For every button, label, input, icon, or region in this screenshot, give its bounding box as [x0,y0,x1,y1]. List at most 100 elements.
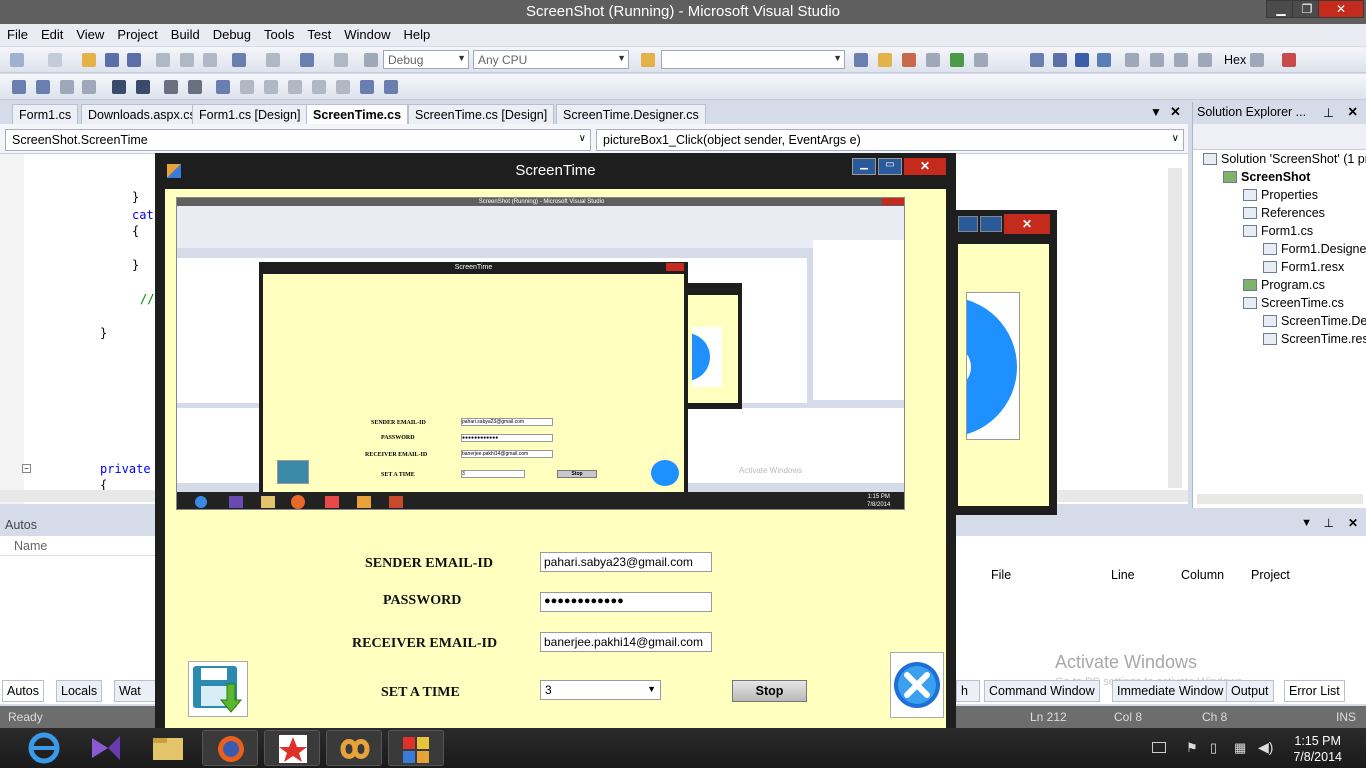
menu-file[interactable]: File [0,24,34,42]
tab-autos[interactable]: Autos [2,680,44,702]
column-project[interactable]: Project [1251,568,1290,582]
stop-button[interactable]: Stop [732,680,807,702]
keyboard-icon[interactable] [1152,742,1166,753]
save-screenshot-button[interactable] [188,661,248,717]
tab-form1-design[interactable]: Form1.cs [Design] [192,104,308,124]
toolbox-icon[interactable] [926,53,940,67]
action-center-flag-icon[interactable]: ⚑ [1186,740,1198,756]
tab-locals[interactable]: Locals [56,680,103,702]
outdent-icon[interactable] [136,80,150,94]
show-next-statement-icon[interactable] [1125,53,1139,67]
maximize-button[interactable]: ▭ [878,158,902,175]
pin-icon[interactable]: ⊥ [1324,516,1334,530]
toggle-bookmarks-icon[interactable] [360,80,374,94]
new-project-icon[interactable] [10,53,24,67]
maximize-button[interactable] [980,216,1002,232]
find-in-files-icon[interactable] [641,53,655,67]
tab-error-list[interactable]: Error List [1284,680,1345,702]
column-file[interactable]: File [991,568,1011,582]
close-button[interactable]: ✕ [1318,0,1364,18]
align-grid-icon[interactable] [36,80,50,94]
star-app-icon[interactable] [264,730,320,766]
stop-debugging-icon[interactable] [1075,53,1089,67]
tab-screentime-designer-cs[interactable]: ScreenTime.Designer.cs [556,104,706,124]
start-page-icon[interactable] [950,53,964,67]
configuration-combo[interactable]: Debug ▼ [383,50,469,69]
tab-screentime-cs[interactable]: ScreenTime.cs [306,104,409,124]
column-line[interactable]: Line [1111,568,1135,582]
properties-icon[interactable] [878,53,892,67]
file-explorer-icon[interactable] [140,730,196,766]
taskbar-clock[interactable]: 1:15 PM 7/8/2014 [1293,733,1342,765]
step-over-icon[interactable] [1174,53,1188,67]
member-combo[interactable]: pictureBox1_Click(object sender, EventAr… [596,129,1184,151]
tree-program-cs[interactable]: Program.cs [1243,278,1325,292]
vertical-scrollbar[interactable] [1168,168,1182,488]
menu-build[interactable]: Build [164,24,206,42]
tab-call-stack[interactable]: h [956,680,980,702]
find-combo[interactable]: ▼ [661,50,845,69]
open-file-icon[interactable] [82,53,96,67]
layout-more-icon[interactable] [384,80,398,94]
tree-screentime-designer[interactable]: ScreenTime.Des [1263,314,1366,328]
autos-name-column[interactable]: Name [0,536,160,556]
collapse-icon[interactable]: − [22,464,31,473]
menu-tools[interactable]: Tools [257,24,300,42]
tab-screentime-design[interactable]: ScreenTime.cs [Design] [408,104,555,124]
minimize-button[interactable] [958,216,978,232]
pointer-icon[interactable] [60,80,74,94]
undo-icon[interactable] [232,53,246,67]
start-debug-icon[interactable] [364,53,378,67]
clear-bookmarks-icon[interactable] [336,80,350,94]
close-panel-icon[interactable]: ✕ [1348,104,1358,119]
tree-form1-cs[interactable]: Form1.cs [1243,224,1313,238]
time-select[interactable]: 3 ▼ [540,680,661,700]
tab-form1-cs[interactable]: Form1.cs [12,104,79,124]
indent-icon[interactable] [112,80,126,94]
screenshot-picturebox[interactable]: ScreenShot (Running) - Microsoft Visual … [176,197,905,510]
firefox-icon[interactable] [202,730,258,766]
network-icon[interactable]: ▦ [1234,740,1246,756]
class-combo[interactable]: ScreenShot.ScreenTime ∨ [5,129,591,151]
tree-properties[interactable]: Properties [1243,188,1318,202]
column-column[interactable]: Column [1181,568,1224,582]
tree-screentime-cs[interactable]: ScreenTime.cs [1243,296,1344,310]
add-item-icon[interactable] [48,53,62,67]
save-all-icon[interactable] [127,53,141,67]
breakpoints-icon[interactable] [1282,53,1296,67]
tab-output[interactable]: Output [1226,680,1274,702]
bookmark-icon[interactable] [216,80,230,94]
menu-view[interactable]: View [69,24,110,42]
stack-frame-icon[interactable] [1250,53,1264,67]
redo-icon[interactable] [266,53,280,67]
receiver-email-input[interactable]: banerjee.pakhi14@gmail.com [540,632,712,652]
navigate-back-icon[interactable] [300,53,314,67]
save-icon[interactable] [105,53,119,67]
tab-immediate-window[interactable]: Immediate Window [1112,680,1229,702]
extensions-icon[interactable] [974,53,988,67]
tree-project[interactable]: ScreenShot [1223,170,1310,184]
copy-icon[interactable] [180,53,194,67]
step-into-icon[interactable] [1150,53,1164,67]
visual-studio-icon[interactable] [78,730,134,766]
step-out-icon[interactable] [1198,53,1212,67]
break-all-icon[interactable] [1053,53,1067,67]
internet-explorer-icon[interactable] [16,730,72,766]
pin-icon[interactable]: ⊥ [1323,105,1334,120]
close-tab-icon[interactable]: ✕ [1170,104,1181,120]
prev-bookmark-icon[interactable] [240,80,254,94]
close-button[interactable]: ✕ [904,158,946,175]
menu-project[interactable]: Project [110,24,163,42]
next-bookmark-icon[interactable] [264,80,278,94]
tab-watch[interactable]: Wat [114,680,156,702]
close-button[interactable]: ✕ [1004,214,1050,234]
tab-dropdown-icon[interactable]: ▼ [1150,105,1162,119]
panel-dropdown-icon[interactable]: ▼ [1301,517,1312,529]
align-icon[interactable] [12,80,26,94]
solution-explorer-icon[interactable] [854,53,868,67]
tab-downloads-aspx-cs[interactable]: Downloads.aspx.cs [81,104,203,124]
device-icon[interactable]: ▯ [1210,740,1217,756]
next-bookmark-folder-icon[interactable] [312,80,326,94]
uncomment-icon[interactable] [188,80,202,94]
volume-icon[interactable]: ◀) [1258,739,1273,756]
